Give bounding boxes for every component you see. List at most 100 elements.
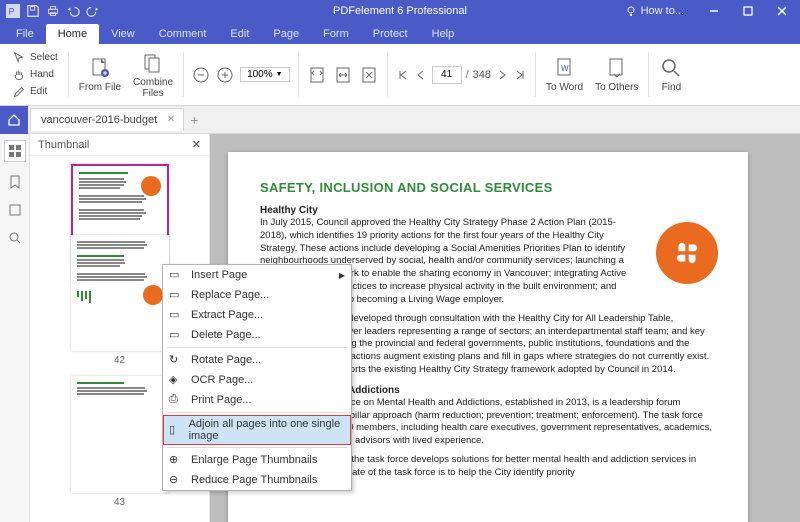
attachment-icon[interactable] xyxy=(7,202,23,218)
thumbnail-title: Thumbnail xyxy=(38,139,89,151)
ctx-label: Delete Page... xyxy=(191,329,261,341)
howto-link[interactable]: How to... xyxy=(625,5,684,17)
tab-protect[interactable]: Protect xyxy=(361,24,420,44)
hand-label: Hand xyxy=(30,69,54,80)
thumbnail-panel: Thumbnail ✕ 42 xyxy=(30,134,210,522)
fit-page-button[interactable] xyxy=(307,65,327,85)
ctx-label: Rotate Page... xyxy=(191,354,261,366)
convert-icon xyxy=(605,56,629,80)
pages-icon xyxy=(141,51,165,75)
page-plus-icon xyxy=(88,56,112,80)
ctx-reduce-thumbnails[interactable]: ⊖Reduce Page Thumbnails xyxy=(163,470,351,490)
file-tab-close[interactable]: ✕ xyxy=(167,114,175,125)
page-add-icon: ▭ xyxy=(169,268,183,282)
edit-label: Edit xyxy=(30,86,47,97)
bulb-icon xyxy=(625,5,637,17)
svg-text:W: W xyxy=(561,64,569,73)
side-iconbar xyxy=(0,134,30,522)
print-icon: ⎙ xyxy=(169,393,183,407)
search-panel-icon[interactable] xyxy=(7,230,23,246)
zoom-in-button[interactable] xyxy=(216,66,234,84)
ctx-adjoin-pages[interactable]: ▯Adjoin all pages into one single image xyxy=(163,415,351,445)
thumbnail-label: 43 xyxy=(114,497,125,508)
ctx-replace-page[interactable]: ▭Replace Page... xyxy=(163,285,351,305)
page-extract-icon: ▭ xyxy=(169,308,183,322)
tab-comment[interactable]: Comment xyxy=(147,24,219,44)
hand-tool[interactable]: Hand xyxy=(10,67,60,83)
pencil-icon xyxy=(12,85,26,99)
ctx-label: Adjoin all pages into one single image xyxy=(189,418,341,442)
to-others-label: To Others xyxy=(595,82,638,93)
add-tab-button[interactable]: + xyxy=(190,112,198,128)
ctx-insert-page[interactable]: ▭Insert Page▶ xyxy=(163,265,351,285)
to-others-button[interactable]: To Others xyxy=(589,46,644,103)
home-tile-button[interactable] xyxy=(0,106,28,134)
doc-sub1: Healthy City xyxy=(260,205,630,216)
page-sep: / xyxy=(466,69,469,81)
redo-icon[interactable] xyxy=(86,4,100,18)
rotate-icon: ↻ xyxy=(169,353,183,367)
ctx-extract-page[interactable]: ▭Extract Page... xyxy=(163,305,351,325)
tab-help[interactable]: Help xyxy=(420,24,467,44)
page-replace-icon: ▭ xyxy=(169,288,183,302)
word-icon: W xyxy=(553,56,577,80)
from-file-button[interactable]: From File xyxy=(73,46,127,103)
last-page-button[interactable] xyxy=(513,68,527,82)
thumbnail-page[interactable] xyxy=(71,235,169,352)
page-input[interactable] xyxy=(432,66,462,84)
zoom-out-button[interactable] xyxy=(192,66,210,84)
tab-view[interactable]: View xyxy=(99,24,147,44)
thumbnail-close[interactable]: ✕ xyxy=(192,138,201,151)
combine-button[interactable]: Combine Files xyxy=(127,46,179,103)
tab-page[interactable]: Page xyxy=(261,24,311,44)
select-label: Select xyxy=(30,52,58,63)
actual-size-button[interactable] xyxy=(359,65,379,85)
thumb-icon xyxy=(7,143,23,159)
search-icon xyxy=(659,56,683,80)
find-button[interactable]: Find xyxy=(653,46,689,103)
page-total: 348 xyxy=(473,69,491,81)
ctx-label: Print Page... xyxy=(191,394,252,406)
file-tabstrip: vancouver-2016-budget ✕ + xyxy=(0,106,800,134)
zoom-in-icon: ⊕ xyxy=(169,453,183,467)
cursor-icon xyxy=(12,51,26,65)
thumbnail-page[interactable] xyxy=(71,376,169,493)
zoom-value[interactable]: 100% ▼ xyxy=(240,67,290,82)
save-icon[interactable] xyxy=(26,4,40,18)
thumbnails-panel-button[interactable] xyxy=(4,140,26,162)
fit-width-button[interactable] xyxy=(333,65,353,85)
tab-file[interactable]: File xyxy=(4,24,46,44)
bookmark-icon[interactable] xyxy=(7,174,23,190)
minimize-button[interactable] xyxy=(700,0,728,22)
zoom-text: 100% xyxy=(247,69,273,80)
tab-edit[interactable]: Edit xyxy=(218,24,261,44)
tab-home[interactable]: Home xyxy=(46,24,99,44)
undo-icon[interactable] xyxy=(66,4,80,18)
ctx-enlarge-thumbnails[interactable]: ⊕ Enlarge Page Thumbnails xyxy=(163,450,351,470)
find-label: Find xyxy=(662,82,681,93)
print-icon[interactable] xyxy=(46,4,60,18)
ribbon: Select Hand Edit From File Combine Files… xyxy=(0,44,800,106)
maximize-button[interactable] xyxy=(734,0,762,22)
file-tab-label: vancouver-2016-budget xyxy=(41,114,157,126)
edit-tool[interactable]: Edit xyxy=(10,84,60,100)
howto-label: How to... xyxy=(641,5,684,17)
tab-form[interactable]: Form xyxy=(311,24,361,44)
ctx-label: Insert Page xyxy=(191,269,247,281)
combine-label: Combine Files xyxy=(133,77,173,99)
doc-heading: SAFETY, INCLUSION AND SOCIAL SERVICES xyxy=(260,180,716,195)
ctx-print-page[interactable]: ⎙ Print Page... xyxy=(163,390,351,410)
ocr-icon: ◈ xyxy=(169,373,183,387)
ctx-delete-page[interactable]: ▭Delete Page... xyxy=(163,325,351,345)
prev-page-button[interactable] xyxy=(414,68,428,82)
close-button[interactable] xyxy=(768,0,796,22)
select-tool[interactable]: Select xyxy=(10,50,60,66)
first-page-button[interactable] xyxy=(396,68,410,82)
to-word-label: To Word xyxy=(546,82,583,93)
ctx-rotate-page[interactable]: ↻ Rotate Page... xyxy=(163,350,351,370)
next-page-button[interactable] xyxy=(495,68,509,82)
ctx-label: Enlarge Page Thumbnails xyxy=(191,454,317,466)
to-word-button[interactable]: W To Word xyxy=(540,46,589,103)
ctx-ocr-page[interactable]: ◈OCR Page... xyxy=(163,370,351,390)
file-tab[interactable]: vancouver-2016-budget ✕ xyxy=(30,108,184,131)
